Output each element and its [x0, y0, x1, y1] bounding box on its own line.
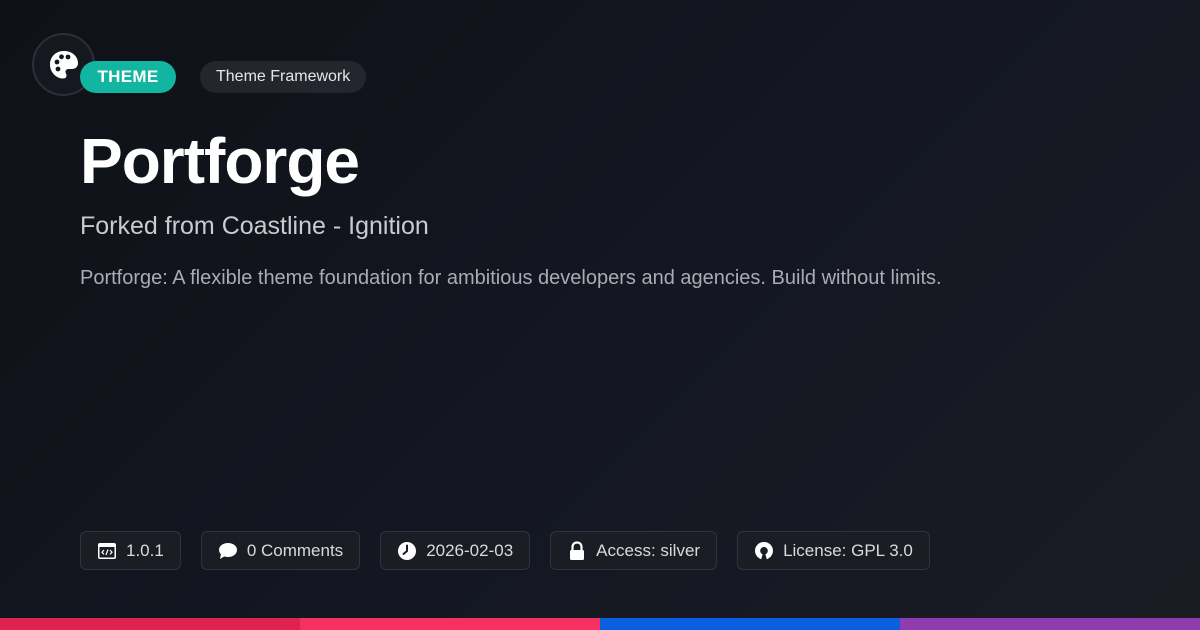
clock-icon: [397, 541, 417, 561]
comments-chip[interactable]: 0 Comments: [200, 531, 361, 570]
date-text: 2026-02-03: [426, 540, 514, 560]
subtitle: Forked from Coastline - Ignition: [80, 212, 429, 240]
license-chip: License: GPL 3.0: [737, 531, 930, 570]
accent-segment: [900, 618, 1200, 630]
comment-bubble-icon: [218, 541, 238, 561]
lock-icon: [567, 540, 587, 561]
category-badge[interactable]: THEME: [80, 61, 176, 93]
description: Portforge: A flexible theme foundation f…: [80, 267, 942, 289]
page-title: Portforge: [80, 125, 360, 197]
accent-color-bar: [0, 618, 1200, 630]
accent-segment: [600, 618, 900, 630]
comments-text: 0 Comments: [246, 540, 344, 560]
date-chip: 2026-02-03: [380, 531, 531, 570]
accent-segment: [300, 618, 600, 630]
code-window-icon: [97, 541, 117, 561]
access-text: Access: silver: [596, 540, 701, 560]
tag-chip[interactable]: Theme Framework: [200, 61, 367, 93]
version-chip: 1.0.1: [80, 531, 181, 570]
access-chip: Access: silver: [550, 531, 718, 570]
meta-row: 1.0.1 0 Comments 2026-02-03 Access: silv…: [80, 531, 930, 570]
version-text: 1.0.1: [126, 540, 164, 560]
accent-segment: [0, 618, 300, 630]
open-source-icon: [754, 541, 774, 561]
palette-icon: [49, 50, 78, 78]
license-text: License: GPL 3.0: [783, 540, 913, 560]
